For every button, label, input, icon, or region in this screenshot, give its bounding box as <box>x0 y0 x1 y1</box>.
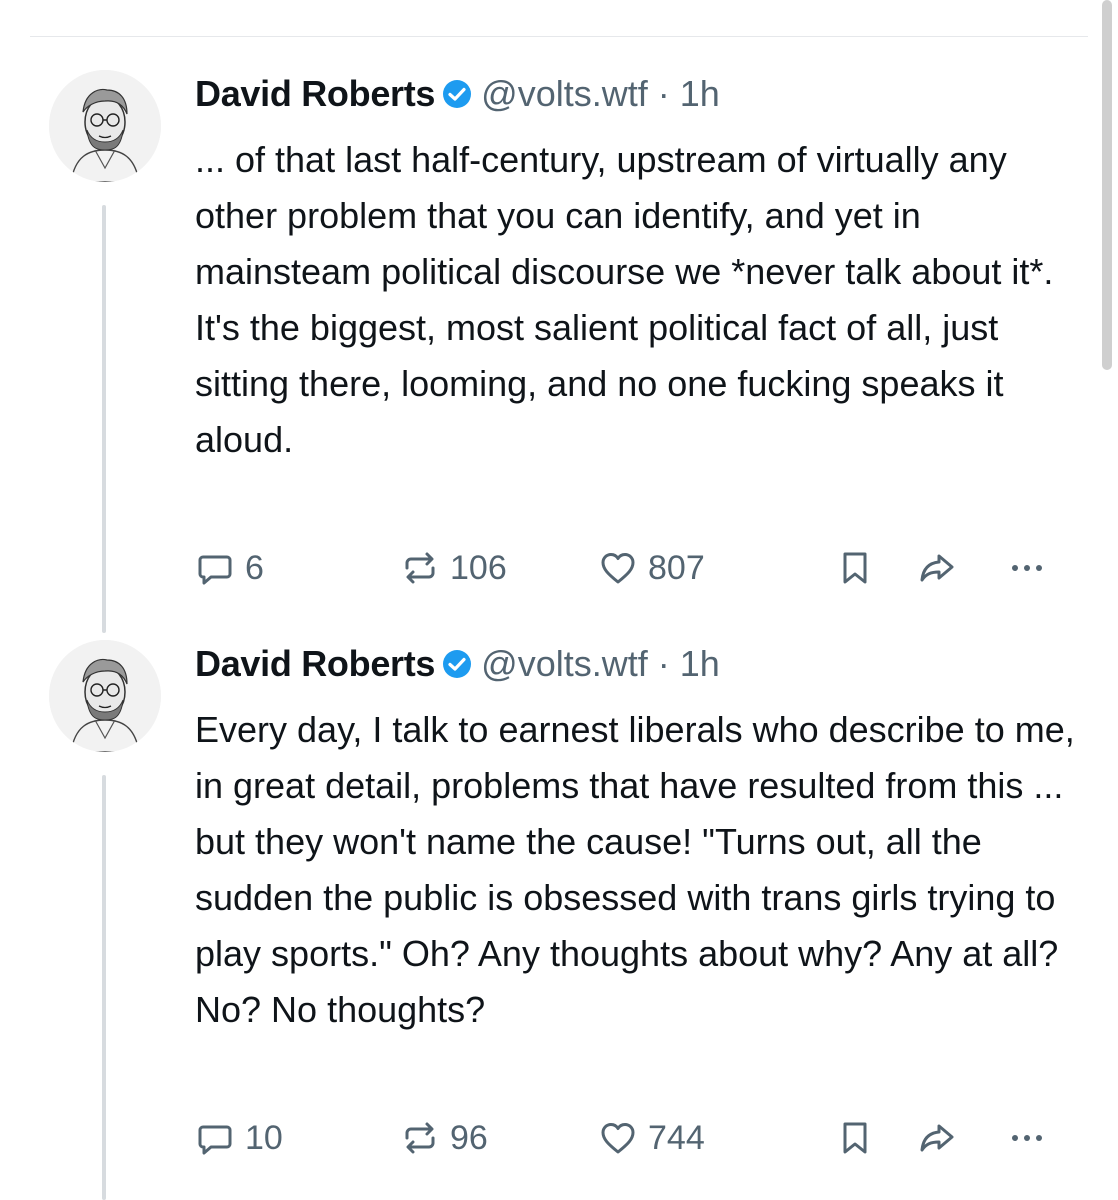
heart-icon <box>601 553 635 584</box>
repost-arrows-icon <box>405 552 435 584</box>
repost-count: 106 <box>450 548 507 587</box>
repost-button[interactable]: 96 <box>400 1118 488 1158</box>
repost-count: 96 <box>450 1118 488 1157</box>
avatar[interactable] <box>49 640 161 752</box>
reply-button[interactable]: 10 <box>195 1118 283 1158</box>
like-button[interactable]: 807 <box>598 548 705 588</box>
thread-line <box>102 205 106 633</box>
author-name[interactable]: David Roberts <box>195 643 435 685</box>
author-handle[interactable]: @volts.wtf <box>481 73 648 115</box>
avatar-sketch-image <box>49 70 161 182</box>
heart-icon <box>601 1123 635 1154</box>
bookmark-icon <box>843 552 867 584</box>
post-actions: 6 106 807 <box>195 548 1065 588</box>
more-options-button[interactable] <box>1007 1118 1047 1158</box>
reply-button[interactable]: 6 <box>195 548 264 588</box>
post-header: David Roberts @volts.wtf · 1h <box>195 640 1078 688</box>
verified-badge-icon <box>441 648 473 680</box>
like-count: 744 <box>648 1118 705 1157</box>
ellipsis-icon <box>1012 565 1042 571</box>
repost-button[interactable]: 106 <box>400 548 507 588</box>
like-button[interactable]: 744 <box>598 1118 705 1158</box>
ellipsis-icon <box>1012 1135 1042 1141</box>
bookmark-icon <box>843 1122 867 1154</box>
reply-count: 10 <box>245 1118 283 1157</box>
speech-bubble-icon <box>198 555 232 585</box>
more-options-button[interactable] <box>1007 548 1047 588</box>
share-button[interactable] <box>917 548 957 588</box>
post-actions: 10 96 744 <box>195 1118 1065 1158</box>
timestamp[interactable]: 1h <box>680 643 720 685</box>
avatar[interactable] <box>49 70 161 182</box>
post-text: Every day, I talk to earnest liberals wh… <box>195 709 1075 1030</box>
scrollbar[interactable] <box>1102 0 1112 370</box>
separator-dot: · <box>657 73 670 114</box>
author-handle[interactable]: @volts.wtf <box>481 643 648 685</box>
separator-dot: · <box>657 643 670 684</box>
timestamp[interactable]: 1h <box>680 73 720 115</box>
speech-bubble-icon <box>198 1125 232 1155</box>
reply-count: 6 <box>245 548 264 587</box>
like-count: 807 <box>648 548 705 587</box>
bookmark-button[interactable] <box>835 548 875 588</box>
repost-arrows-icon <box>405 1122 435 1154</box>
share-button[interactable] <box>917 1118 957 1158</box>
post-text: ... of that last half-century, upstream … <box>195 139 1054 460</box>
share-arrow-icon <box>920 1124 954 1152</box>
top-divider <box>30 36 1088 37</box>
avatar-sketch-image <box>49 640 161 752</box>
post-header: David Roberts @volts.wtf · 1h <box>195 70 1078 118</box>
share-arrow-icon <box>920 554 954 582</box>
bookmark-button[interactable] <box>835 1118 875 1158</box>
author-name[interactable]: David Roberts <box>195 73 435 115</box>
verified-badge-icon <box>441 78 473 110</box>
thread-line <box>102 775 106 1200</box>
